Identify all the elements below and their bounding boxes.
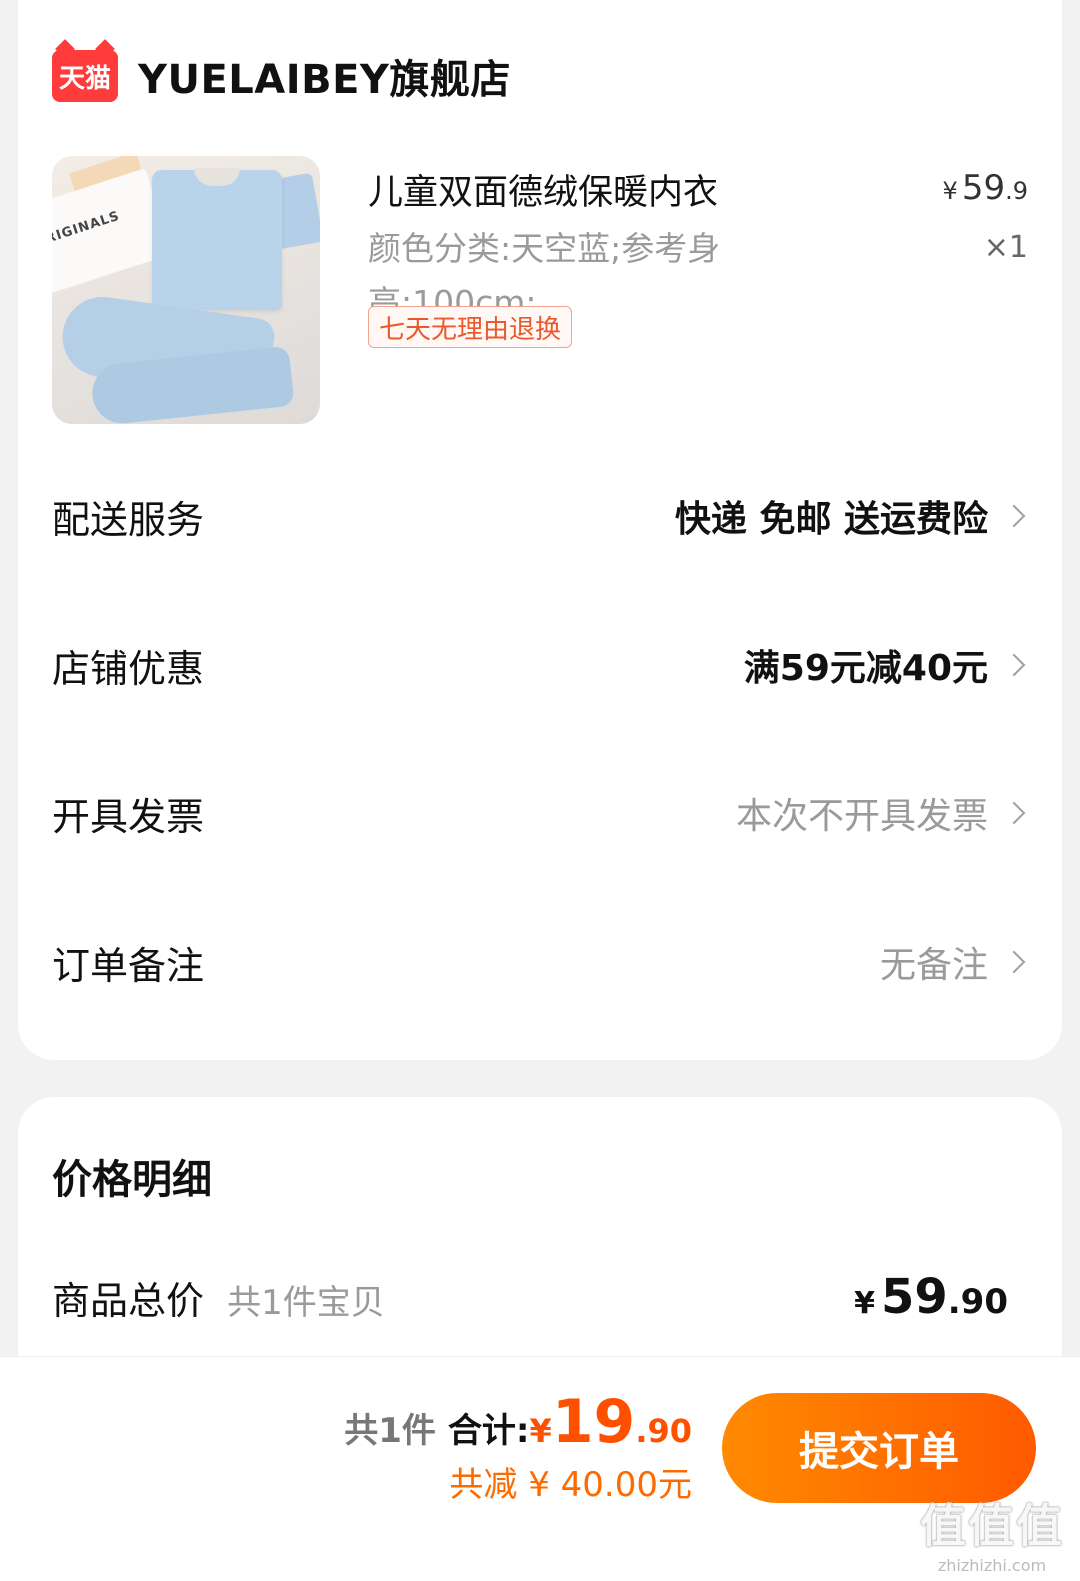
product-item[interactable]: RIGINALS 儿童双面德绒保暖内衣 颜色分类:天空蓝;参考身高:100cm;… bbox=[52, 156, 1028, 426]
row-label: 店铺优惠 bbox=[52, 646, 205, 691]
row-shop-discount[interactable]: 店铺优惠 满59元减40元 bbox=[52, 635, 1028, 695]
goods-count: 共1件宝贝 bbox=[227, 1282, 385, 1323]
row-label: 配送服务 bbox=[52, 497, 205, 542]
delivery-value: 快递 免邮 送运费险 bbox=[674, 499, 988, 540]
checkout-bar: 共1件 合计: ¥19.90 共减 ¥ 40.00元 提交订单 值值值 zhiz… bbox=[0, 1356, 1080, 1581]
currency-symbol: ¥ bbox=[529, 1412, 552, 1450]
row-value: 快递 免邮 送运费险 bbox=[675, 490, 1028, 542]
total-label: 合计: bbox=[447, 1411, 530, 1451]
invoice-value: 本次不开具发票 bbox=[735, 796, 988, 837]
chevron-right-icon bbox=[1002, 801, 1026, 825]
watermark: 值值值 zhizhizhi.com bbox=[920, 1490, 1064, 1575]
row-value: 本次不开具发票 bbox=[736, 787, 1028, 839]
image-shirt bbox=[152, 168, 282, 310]
row-delivery-service[interactable]: 配送服务 快递 免邮 送运费险 bbox=[52, 486, 1028, 546]
currency-symbol: ¥ bbox=[854, 1286, 875, 1321]
product-quantity: ×1 bbox=[983, 230, 1028, 265]
amount-int: 59 bbox=[880, 1269, 948, 1325]
item-count: 共1件 bbox=[344, 1411, 436, 1451]
total-dec: .90 bbox=[635, 1412, 692, 1450]
chevron-right-icon bbox=[1002, 504, 1026, 528]
row-label: 开具发票 bbox=[52, 794, 205, 839]
row-value: 满59元减40元 bbox=[744, 639, 1028, 691]
total-discount: 共减 ¥ 40.00元 bbox=[449, 1465, 692, 1505]
product-title[interactable]: 儿童双面德绒保暖内衣 bbox=[368, 164, 718, 215]
currency-symbol: ¥ bbox=[942, 177, 958, 205]
chevron-right-icon bbox=[1002, 950, 1026, 974]
tmall-logo-icon: 天猫 bbox=[52, 50, 118, 102]
chevron-right-icon bbox=[1002, 653, 1026, 677]
total-amount: ¥19.90 bbox=[530, 1387, 692, 1457]
total-int: 19 bbox=[551, 1387, 636, 1457]
goods-total-label: 商品总价 bbox=[52, 1278, 205, 1323]
watermark-logo: 值值值 bbox=[920, 1499, 1064, 1553]
row-label: 订单备注 bbox=[52, 943, 205, 988]
image-book-caption: RIGINALS bbox=[52, 208, 122, 247]
return-policy-badge: 七天无理由退换 bbox=[368, 306, 573, 348]
product-image[interactable]: RIGINALS bbox=[52, 156, 320, 424]
price-detail-title: 价格明细 bbox=[52, 1157, 212, 1203]
row-invoice[interactable]: 开具发票 本次不开具发票 bbox=[52, 783, 1028, 843]
watermark-url: zhizhizhi.com bbox=[937, 1556, 1047, 1575]
shop-name[interactable]: YUELAIBEY旗舰店 bbox=[138, 47, 511, 105]
price-int: 59 bbox=[961, 168, 1006, 208]
row-value: 无备注 bbox=[880, 936, 1028, 988]
product-price: ¥59.9 bbox=[943, 168, 1028, 208]
note-value: 无备注 bbox=[879, 945, 988, 986]
goods-total-row: 商品总价 共1件宝贝 ¥59.90 bbox=[52, 1267, 1008, 1327]
discount-value: 满59元减40元 bbox=[743, 648, 988, 689]
row-order-note[interactable]: 订单备注 无备注 bbox=[52, 932, 1028, 992]
shop-header[interactable]: 天猫 YUELAIBEY旗舰店 bbox=[52, 46, 511, 106]
amount-dec: .90 bbox=[947, 1282, 1008, 1322]
submit-order-button[interactable]: 提交订单 bbox=[722, 1393, 1036, 1503]
order-summary: 共1件 合计: ¥19.90 bbox=[344, 1387, 692, 1457]
price-dec: .9 bbox=[1005, 177, 1028, 205]
order-card: 天猫 YUELAIBEY旗舰店 RIGINALS 儿童双面德绒保暖内衣 颜色分类… bbox=[18, 0, 1062, 1060]
goods-total-amount: ¥59.90 bbox=[854, 1269, 1008, 1325]
